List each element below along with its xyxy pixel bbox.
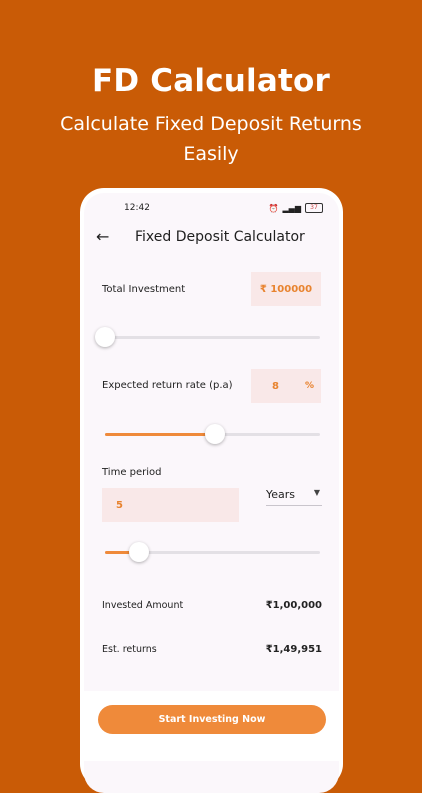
signal-icon: ▂▄▆ [282,203,301,213]
chevron-down-icon: ▼ [313,488,320,497]
summary-label: Invested Amount [102,600,184,611]
start-investing-button[interactable]: Start Investing Now [98,705,326,734]
time-unit-selected: Years [266,488,296,501]
promo-subtitle-line1: Calculate Fixed Deposit Returns [60,113,362,135]
total-investment-label: Total Investment [102,284,186,295]
return-rate-input[interactable]: 8 % [251,369,321,403]
arrow-left-icon[interactable]: ← [96,227,109,246]
bottom-bar: Start Investing Now [84,691,339,761]
return-rate-unit: % [304,381,314,391]
time-period-slider[interactable] [105,542,320,562]
slider-thumb[interactable] [95,327,115,347]
status-bar: 12:42 ⏰ ▂▄▆ 37 [84,193,339,223]
return-rate-value: 8 [272,380,279,392]
promo-subtitle-line2: Easily [183,143,239,165]
app-bar: ← Fixed Deposit Calculator [84,223,339,255]
summary-value: ₹1,00,000 [265,600,322,611]
slider-fill [105,433,215,436]
summary-label: Est. returns [102,644,157,655]
slider-thumb[interactable] [204,424,225,444]
total-investment-input[interactable]: ₹ 100000 [251,272,321,306]
total-investment-slider[interactable] [95,327,320,347]
phone-screen: 12:42 ⏰ ▂▄▆ 37 ← Fixed Deposit Calculato… [84,193,339,793]
summary-value: ₹1,49,951 [265,644,322,655]
slider-thumb[interactable] [129,542,150,562]
app-title: Fixed Deposit Calculator [135,229,305,245]
status-icons: ⏰ ▂▄▆ 37 [269,203,323,213]
promo-title: FD Calculator [92,63,330,99]
alarm-icon: ⏰ [268,203,279,213]
status-time: 12:42 [124,203,150,213]
return-rate-label: Expected return rate (p.a) [102,380,233,391]
time-period-input[interactable]: 5 [102,488,239,522]
battery-icon: 37 [305,203,323,213]
return-rate-slider[interactable] [105,424,320,444]
time-unit-dropdown[interactable]: Years ▼ [266,485,322,506]
time-period-label: Time period [102,467,162,478]
